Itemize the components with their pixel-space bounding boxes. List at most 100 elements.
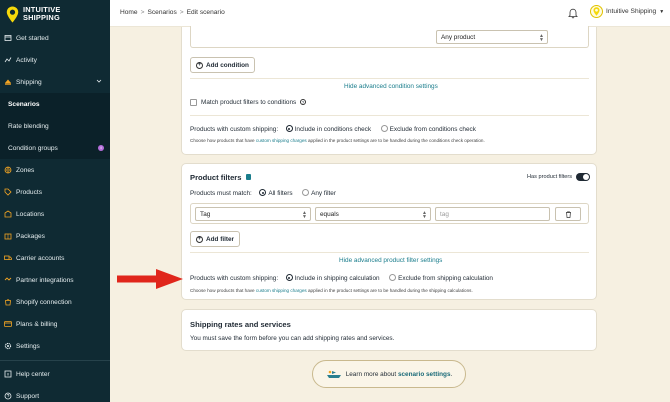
scenario-settings-link[interactable]: scenario settings	[398, 371, 451, 378]
sidebar-divider	[0, 360, 110, 361]
sidebar-item-get-started[interactable]: Get started	[0, 27, 110, 49]
add-filter-button[interactable]: + Add filter	[190, 231, 241, 247]
sidebar-item-label: Scenarios	[8, 100, 40, 108]
select-arrows-icon: ▲ ▼	[539, 33, 544, 43]
custom-shipping-charges-link[interactable]: custom shipping charges	[256, 288, 307, 293]
plus-icon: +	[196, 235, 203, 243]
breadcrumb: Home > Scenarios > Edit scenario	[120, 9, 225, 16]
hide-advanced-condition-link[interactable]: Hide advanced condition settings	[344, 83, 438, 90]
partner-icon	[4, 276, 12, 284]
sidebar-item-shopify-connection[interactable]: Shopify connection	[0, 291, 110, 313]
sidebar-item-label: Shipping	[16, 78, 42, 86]
select-arrows-icon: ▲ ▼	[302, 210, 307, 220]
sidebar-item-condition-groups[interactable]: Condition groups i	[0, 137, 110, 159]
breadcrumb-home[interactable]: Home	[120, 9, 138, 16]
exclude-conditions-radio[interactable]	[380, 125, 388, 132]
logo-pin-icon	[593, 7, 600, 16]
truck-icon	[4, 254, 12, 262]
include-conditions-radio[interactable]	[285, 125, 293, 132]
package-icon	[4, 232, 12, 240]
bell-icon[interactable]	[567, 7, 579, 19]
filter-operator-select[interactable]: equals ▲ ▼	[315, 207, 431, 221]
product-select-value: Any product	[441, 34, 476, 41]
help-circle-icon[interactable]: ?	[299, 99, 306, 105]
sidebar-item-label: Products	[16, 188, 43, 196]
sidebar-item-label: Settings	[16, 342, 40, 350]
custom-shipping-conditions-row: Products with custom shipping: Include i…	[190, 125, 476, 133]
divider	[190, 115, 589, 116]
sidebar-item-packages[interactable]: Packages	[0, 225, 110, 247]
divider	[190, 78, 589, 79]
help-icon	[4, 370, 12, 378]
note-text: applied in the product settings are to b…	[306, 138, 485, 143]
sidebar-item-rate-blending[interactable]: Rate blending	[0, 115, 110, 137]
chevron-down-icon[interactable]	[96, 78, 102, 84]
sidebar-item-zones[interactable]: Zones	[0, 159, 110, 181]
sidebar-item-support[interactable]: Support	[0, 385, 110, 402]
red-arrow-annotation	[117, 269, 183, 289]
breadcrumb-current: Edit scenario	[186, 9, 225, 16]
sidebar-item-partner-integrations[interactable]: Partner integrations	[0, 269, 110, 291]
divider	[190, 252, 589, 253]
condition-row: Any product ▲ ▼	[190, 26, 589, 48]
learn-more-pill[interactable]: Learn more about scenario settings.	[312, 360, 466, 388]
note-text: Choose how products that have	[190, 138, 256, 143]
breadcrumb-scenarios[interactable]: Scenarios	[147, 9, 176, 16]
product-filters-card: Product filters Has product filters Prod…	[181, 163, 597, 300]
any-filter-radio[interactable]	[302, 189, 310, 196]
shipping-rates-title: Shipping rates and services	[190, 320, 291, 329]
support-icon	[4, 392, 12, 400]
filter-value-input[interactable]: tag	[435, 207, 550, 221]
custom-shipping-label: Products with custom shipping:	[190, 275, 279, 282]
learn-more-text: Learn more about	[345, 370, 398, 378]
all-filters-radio[interactable]	[259, 189, 267, 196]
sidebar-item-label: Support	[16, 392, 40, 400]
account-name: Intuitive Shipping	[606, 8, 657, 15]
add-condition-button[interactable]: + Add condition	[190, 57, 255, 73]
has-product-filters-toggle[interactable]	[576, 173, 590, 181]
sidebar-item-products[interactable]: Products	[0, 181, 110, 203]
warehouse-icon	[4, 210, 12, 218]
match-filters-text: Match product filters to conditions	[201, 99, 297, 106]
sidebar-item-label: Get started	[16, 34, 49, 42]
doc-icon[interactable]	[245, 174, 251, 180]
sidebar-item-label: Help center	[16, 370, 50, 378]
sidebar-item-help-center[interactable]: Help center	[0, 363, 110, 385]
sidebar-item-settings[interactable]: Settings	[0, 335, 110, 357]
learn-more-suffix: .	[450, 370, 453, 378]
sidebar-item-scenarios[interactable]: Scenarios	[0, 93, 110, 115]
sidebar-item-carrier-accounts[interactable]: Carrier accounts	[0, 247, 110, 269]
exclude-calculation-radio[interactable]	[389, 274, 397, 281]
sidebar-item-plans-billing[interactable]: Plans & billing	[0, 313, 110, 335]
ship-icon	[326, 370, 341, 378]
sidebar: INTUITIVE SHIPPING Get started Activity …	[0, 0, 110, 402]
custom-shipping-label: Products with custom shipping:	[190, 126, 279, 133]
note-text: applied in the product settings are to b…	[306, 288, 473, 293]
custom-shipping-calculation-note: Choose how products that have custom shi…	[190, 288, 473, 293]
info-badge: i	[98, 145, 104, 151]
filter-operator-value: equals	[320, 211, 339, 218]
include-calculation-radio[interactable]	[285, 274, 293, 281]
match-filters-checkbox[interactable]	[190, 99, 197, 106]
conditions-card: Any product ▲ ▼ + Add condition Hide adva…	[181, 26, 597, 155]
custom-shipping-conditions-note: Choose how products that have custom shi…	[190, 138, 485, 143]
sidebar-item-activity[interactable]: Activity	[0, 49, 110, 71]
sidebar-item-label: Rate blending	[8, 122, 49, 130]
hide-advanced-filter-link[interactable]: Hide advanced product filter settings	[339, 257, 442, 264]
include-conditions-label: Include in conditions check	[294, 126, 372, 133]
top-bar: Home > Scenarios > Edit scenario Intuiti…	[110, 0, 670, 27]
account-menu[interactable]: Intuitive Shipping ▼	[590, 5, 664, 18]
custom-shipping-charges-link[interactable]: custom shipping charges	[256, 138, 307, 143]
sidebar-item-label: Condition groups	[8, 144, 58, 152]
filter-field-select[interactable]: Tag ▲ ▼	[195, 207, 311, 221]
sidebar-item-shipping[interactable]: Shipping	[0, 71, 110, 93]
sidebar-item-locations[interactable]: Locations	[0, 203, 110, 225]
brand-logo[interactable]: INTUITIVE SHIPPING	[6, 4, 61, 24]
custom-shipping-calculation-row: Products with custom shipping: Include i…	[190, 274, 493, 282]
include-calculation-label: Include in shipping calculation	[294, 275, 380, 282]
sidebar-item-label: Shopify connection	[16, 298, 72, 306]
delete-filter-button[interactable]	[555, 207, 581, 221]
breadcrumb-separator: >	[140, 9, 145, 16]
product-select[interactable]: Any product ▲ ▼	[436, 30, 548, 44]
breadcrumb-separator: >	[179, 9, 184, 16]
